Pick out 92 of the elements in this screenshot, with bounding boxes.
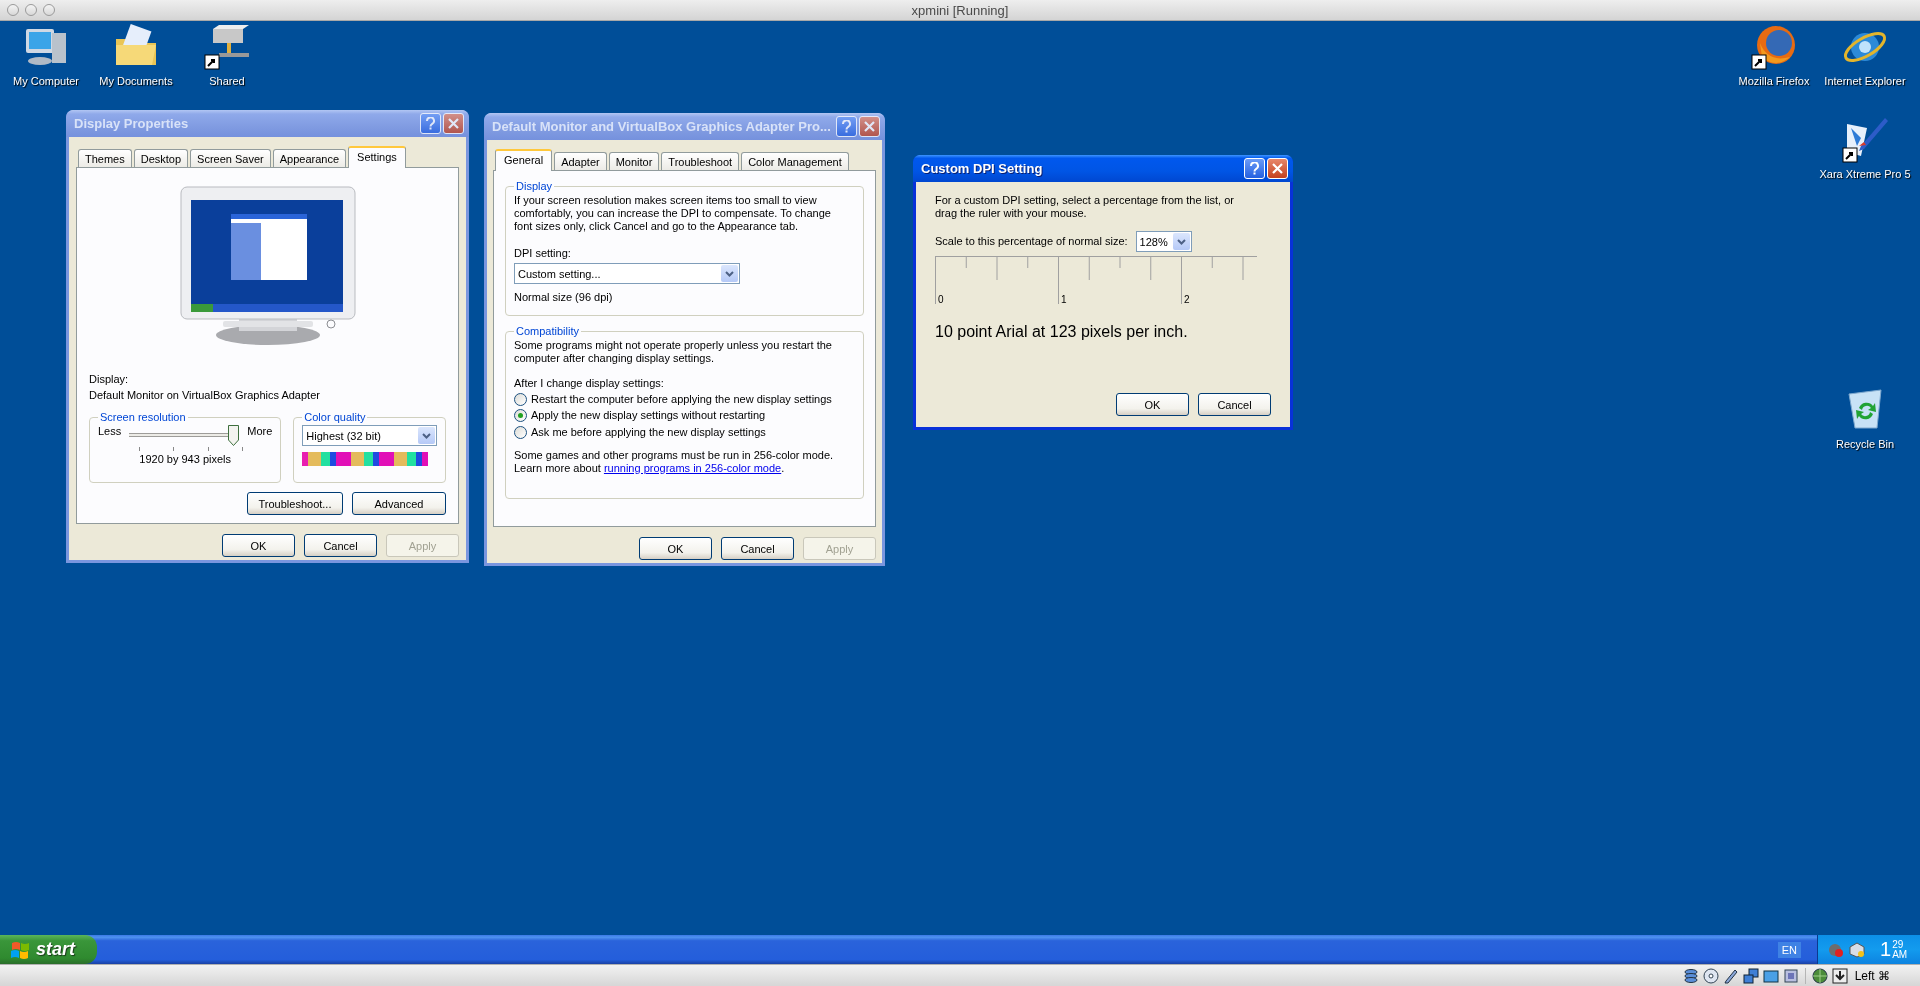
group-title: Display <box>515 180 554 192</box>
icon-label[interactable]: Xara Xtreme Pro 5 <box>1819 168 1911 180</box>
description-text: If your screen resolution makes screen items too small to view comfortably, you can increase the DPI to compensate. To change font sizes only, click Cancel and go to the Appearance tab. <box>514 194 832 233</box>
globe-icon[interactable] <box>1811 967 1828 984</box>
overlapping-windows-icon[interactable] <box>1742 967 1759 984</box>
dialog-button[interactable]: OK <box>639 537 712 560</box>
disk-stack-icon[interactable] <box>1682 967 1699 984</box>
icon-label[interactable]: Recycle Bin <box>1835 438 1895 450</box>
dialog-button[interactable]: Cancel <box>1198 393 1271 417</box>
close-button[interactable] <box>443 113 464 134</box>
window-title: Custom DPI Setting <box>921 161 1043 176</box>
dpi-note: Normal size (96 dpi) <box>514 291 614 305</box>
help-button[interactable] <box>420 113 441 134</box>
chip-icon[interactable] <box>1782 967 1799 984</box>
dialog-button[interactable]: Cancel <box>304 534 377 557</box>
slider-thumb[interactable] <box>228 425 240 447</box>
ruler-label: 2 <box>1184 294 1190 306</box>
dropdown[interactable]: Highest (32 bit) <box>302 425 437 447</box>
help-link[interactable]: running programs in 256-color mode <box>603 461 782 474</box>
dialog-button[interactable]: Troubleshoot... <box>247 492 343 516</box>
display-label: Display: <box>89 373 130 387</box>
icon-label[interactable]: Shared <box>209 75 245 87</box>
group-title: Compatibility <box>515 325 580 337</box>
icon-label[interactable]: Internet Explorer <box>1824 75 1906 87</box>
tab[interactable]: Themes <box>78 149 132 167</box>
caret-icon <box>418 427 435 445</box>
slider-label: Less <box>98 425 122 439</box>
globe-icon[interactable] <box>1750 23 1798 71</box>
tab[interactable]: Troubleshoot <box>661 152 740 170</box>
radio-button[interactable] <box>514 425 527 439</box>
folder-icon[interactable] <box>1762 967 1779 984</box>
window-title: Display Properties <box>74 116 189 131</box>
group-title: Color quality <box>303 411 367 424</box>
tab[interactable]: Desktop <box>133 149 189 167</box>
dialog-button[interactable]: Advanced <box>352 492 446 516</box>
dialog-button[interactable]: OK <box>222 534 295 557</box>
caret-icon <box>1172 233 1190 251</box>
resolution-reading: 1920 by 943 pixels <box>138 453 232 467</box>
tab[interactable]: Settings <box>348 146 406 168</box>
dropdown[interactable]: Custom setting... <box>514 263 740 285</box>
pen-icon[interactable] <box>1841 116 1889 164</box>
tab[interactable]: Appearance <box>272 149 347 167</box>
host-key-label: Left ⌘ <box>1854 968 1890 983</box>
tab[interactable]: Adapter <box>554 152 607 170</box>
icon-label[interactable]: My Computer <box>13 75 79 87</box>
option-label[interactable]: Restart the computer before applying the new display settings <box>531 393 832 407</box>
help-icon <box>425 117 436 130</box>
ruler-label: 1 <box>1061 294 1067 306</box>
close-icon <box>448 118 459 129</box>
ruler[interactable]: 0 1 2 <box>935 256 1257 309</box>
ruler-label: 0 <box>938 294 944 306</box>
field-label: Scale to this percentage of normal size: <box>935 235 1128 249</box>
option-label[interactable]: Apply the new display settings without restarting <box>531 409 766 423</box>
group-title: Screen resolution <box>99 411 187 424</box>
dialog-button[interactable]: Cancel <box>721 537 794 560</box>
cube-icon[interactable] <box>1849 941 1865 958</box>
optical-disc-icon[interactable] <box>1702 967 1719 984</box>
help-button[interactable] <box>836 116 857 137</box>
pencil-icon[interactable] <box>1722 967 1739 984</box>
close-button[interactable] <box>1267 158 1288 179</box>
dialog-button[interactable]: OK <box>1116 393 1189 417</box>
instruction-text: For a custom DPI setting, select a percentage from the list, or drag the ruler with your mouse. <box>935 194 1235 220</box>
slider-label: More <box>247 425 273 439</box>
radio-button[interactable] <box>514 393 527 407</box>
dropdown[interactable]: 128% <box>1135 231 1192 253</box>
flag-icon <box>10 940 30 959</box>
tab[interactable]: Color Management <box>741 152 849 170</box>
help-button[interactable] <box>1244 158 1265 179</box>
close-icon <box>1272 163 1283 174</box>
caret-icon <box>721 265 738 283</box>
tab[interactable]: Monitor <box>608 152 660 170</box>
host-window-title: xpmini [Running] <box>911 2 1009 18</box>
icon-label[interactable]: My Documents <box>99 75 173 87</box>
window-title: Default Monitor and VirtualBox Graphics Adapter Pro... <box>492 119 831 134</box>
sample-text: 10 point Arial at 123 pixels per inch. <box>935 322 1189 342</box>
tab[interactable]: Screen Saver <box>190 149 271 167</box>
field-label: DPI setting: <box>514 246 572 261</box>
description-text: Some programs might not operate properly unless you restart the computer after changing display settings. <box>514 339 833 365</box>
close-button[interactable] <box>859 116 880 137</box>
language-indicator[interactable]: EN <box>1777 941 1801 958</box>
help-icon <box>841 120 852 133</box>
icon-label[interactable]: Mozilla Firefox <box>1738 75 1810 87</box>
note-text: Some games and other programs must be run in 256-color mode. Learn more about running programs in 256-color mode. <box>514 448 834 475</box>
tab[interactable]: General <box>495 149 553 171</box>
help-icon <box>1249 162 1260 175</box>
radio-button[interactable] <box>514 409 527 423</box>
start-button[interactable]: start <box>0 935 97 964</box>
option-label[interactable]: Ask me before applying the new display settings <box>531 425 766 439</box>
display-name: Default Monitor on VirtualBox Graphics Adapter <box>89 389 321 403</box>
hard-drive-icon[interactable] <box>203 23 251 71</box>
prompt-text: After I change display settings: <box>514 376 665 391</box>
close-icon <box>864 121 875 132</box>
